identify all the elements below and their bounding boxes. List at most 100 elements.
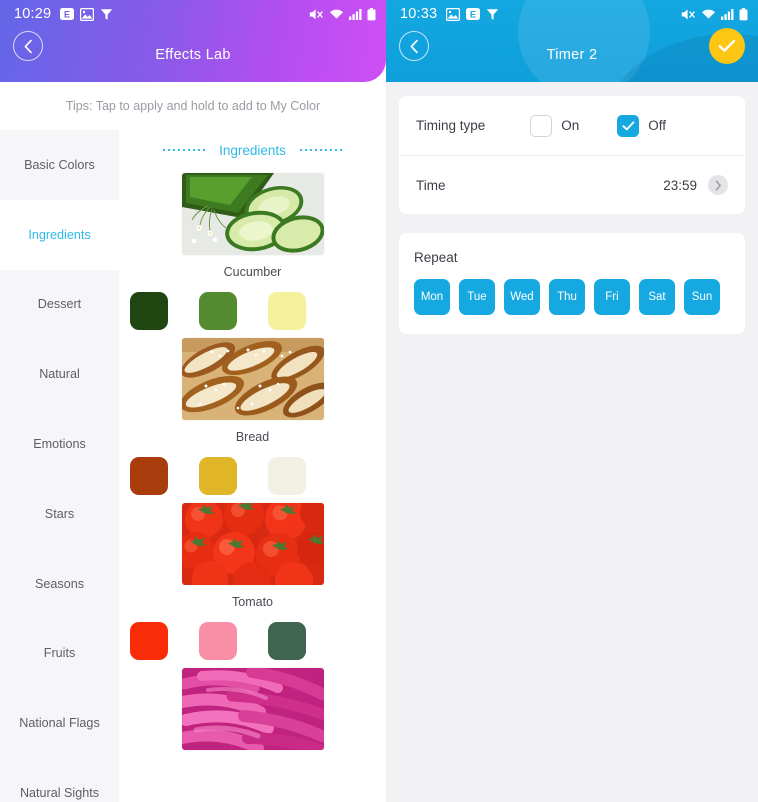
option-label: Off (648, 118, 667, 133)
filter-icon (100, 8, 113, 21)
battery-icon (367, 7, 376, 21)
sidebar-item-label: Dessert (37, 297, 82, 312)
sidebar-item-basic-colors[interactable]: Basic Colors (0, 130, 119, 200)
time-value-group: 23:59 (663, 175, 728, 195)
purple-sweet-potato-photo[interactable] (181, 668, 324, 750)
color-swatch[interactable] (199, 457, 237, 495)
chevron-right-icon[interactable] (708, 175, 728, 195)
battery-icon (739, 7, 748, 21)
bread-photo[interactable] (181, 338, 324, 420)
group-caption: Cucumber (223, 265, 282, 279)
category-sidebar[interactable]: Basic Colors Ingredients Dessert Natural… (0, 130, 119, 802)
sidebar-item-natural-sights[interactable]: Natural Sights (0, 758, 119, 802)
palette-group-cucumber: Cucumber (119, 173, 386, 330)
sidebar-item-label: Stars (44, 506, 75, 521)
day-toggle-tue[interactable]: Tue (459, 279, 495, 315)
time-value: 23:59 (663, 177, 697, 193)
email-badge-icon: E (466, 7, 481, 21)
color-swatch[interactable] (199, 622, 237, 660)
day-toggle-fri[interactable]: Fri (594, 279, 630, 315)
sidebar-item-label: Emotions (33, 437, 86, 452)
day-label: Thu (557, 291, 577, 303)
image-icon (446, 7, 461, 21)
status-right-icons (681, 7, 748, 21)
category-title: Ingredients (219, 142, 286, 158)
sidebar-item-label: Natural Sights (19, 786, 100, 801)
timer-settings-screen: 10:33 E Timer 2 Timing type On Off Time … (386, 0, 758, 802)
svg-text:E: E (64, 10, 70, 20)
back-arrow-icon (409, 39, 420, 54)
left-navbar: Effects Lab (0, 28, 386, 82)
color-swatch[interactable] (199, 292, 237, 330)
color-swatch[interactable] (130, 622, 168, 660)
sidebar-item-seasons[interactable]: Seasons (0, 548, 119, 619)
checkbox-on[interactable] (530, 114, 553, 137)
time-row[interactable]: Time 23:59 (399, 155, 745, 214)
dotted-rule-right (299, 149, 342, 151)
swatch-row-bread (130, 457, 386, 495)
checkbox-off[interactable] (617, 114, 640, 137)
timing-option-on[interactable]: On (530, 114, 580, 137)
color-swatch[interactable] (268, 622, 306, 660)
day-label: Fri (605, 291, 619, 303)
tips-banner: Tips: Tap to apply and hold to add to My… (0, 82, 386, 130)
group-caption: Bread (235, 430, 270, 444)
day-toggle-thu[interactable]: Thu (549, 279, 585, 315)
left-status-bar: 10:29 E (0, 0, 386, 28)
wifi-icon (329, 8, 344, 20)
color-swatch[interactable] (268, 457, 306, 495)
sidebar-item-national-flags[interactable]: National Flags (0, 688, 119, 759)
mute-icon (681, 8, 696, 21)
timing-type-label: Timing type (416, 118, 486, 133)
time-label: Time (416, 177, 446, 193)
sidebar-item-natural[interactable]: Natural (0, 339, 119, 410)
color-swatch[interactable] (130, 292, 168, 330)
image-icon (80, 7, 95, 21)
signal-icon (349, 8, 362, 20)
left-header: 10:29 E Effects Lab (0, 0, 386, 82)
repeat-label: Repeat (414, 250, 458, 265)
tomato-photo[interactable] (181, 503, 324, 585)
mute-icon (309, 8, 324, 21)
back-button[interactable] (13, 31, 43, 61)
timing-card: Timing type On Off Time 23:59 (399, 96, 745, 214)
swatch-row-cucumber (130, 292, 386, 330)
sidebar-item-dessert[interactable]: Dessert (0, 269, 119, 340)
status-left-icons: E (446, 7, 499, 21)
color-swatch[interactable] (130, 457, 168, 495)
left-body: Basic Colors Ingredients Dessert Natural… (0, 130, 386, 802)
back-arrow-icon (23, 39, 34, 54)
option-label: On (561, 118, 580, 133)
status-time: 10:29 (14, 6, 52, 22)
sidebar-item-label: National Flags (19, 716, 100, 731)
color-swatch[interactable] (268, 292, 306, 330)
day-toggle-sun[interactable]: Sun (684, 279, 720, 315)
page-title: Effects Lab (155, 47, 231, 63)
cucumber-photo[interactable] (181, 173, 324, 255)
right-navbar: Timer 2 (386, 28, 758, 82)
back-button[interactable] (399, 31, 429, 61)
day-toggle-mon[interactable]: Mon (414, 279, 450, 315)
wifi-icon (701, 8, 716, 20)
timing-type-row: Timing type On Off (399, 96, 745, 155)
sidebar-item-label: Natural (39, 367, 80, 382)
status-right-icons (309, 7, 376, 21)
sidebar-item-label: Fruits (43, 646, 76, 661)
sidebar-item-emotions[interactable]: Emotions (0, 409, 119, 479)
dual-screenshot: 10:29 E Effects Lab Tips: Tap to apply a… (0, 0, 758, 802)
palette-group-bread: Bread (119, 338, 386, 495)
right-status-bar: 10:33 E (386, 0, 758, 28)
sidebar-item-fruits[interactable]: Fruits (0, 618, 119, 689)
swatch-row-tomato (130, 622, 386, 660)
signal-icon (721, 8, 734, 20)
sidebar-item-ingredients[interactable]: Ingredients (0, 199, 119, 270)
sidebar-item-stars[interactable]: Stars (0, 478, 119, 549)
confirm-button[interactable] (709, 28, 745, 64)
day-toggle-wed[interactable]: Wed (504, 279, 540, 315)
check-icon (718, 39, 736, 53)
day-toggle-sat[interactable]: Sat (639, 279, 675, 315)
day-label: Wed (510, 291, 534, 303)
sidebar-item-label: Basic Colors (24, 157, 95, 172)
right-header: 10:33 E Timer 2 (386, 0, 758, 82)
timing-option-off[interactable]: Off (617, 114, 667, 137)
